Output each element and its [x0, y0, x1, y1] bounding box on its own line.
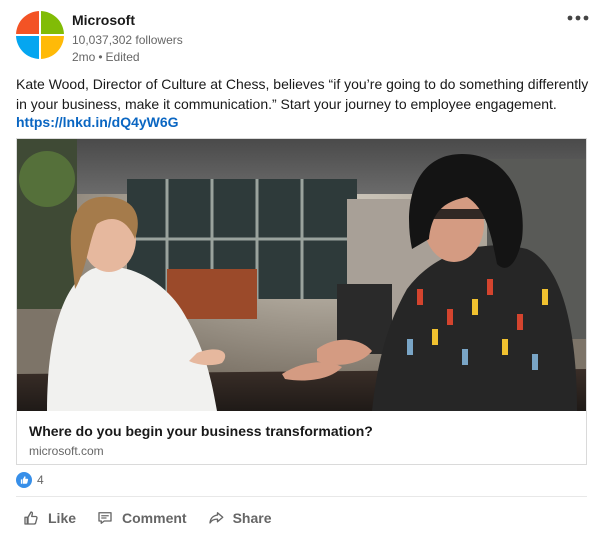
preview-source: microsoft.com [29, 444, 104, 458]
post-text: Kate Wood, Director of Culture at Chess,… [16, 76, 589, 112]
link-preview-card[interactable]: Where do you begin your business transfo… [16, 138, 587, 465]
ellipsis-icon [567, 15, 589, 21]
preview-image[interactable] [17, 139, 586, 411]
like-button[interactable]: Like [14, 502, 84, 534]
reaction-count[interactable]: 4 [37, 473, 44, 487]
like-label: Like [48, 510, 77, 526]
preview-title[interactable]: Where do you begin your business transfo… [29, 423, 373, 439]
microsoft-logo-icon [16, 11, 64, 59]
reaction-summary[interactable]: 4 [16, 472, 44, 488]
share-label: Share [232, 510, 272, 526]
like-icon [24, 511, 38, 525]
post-meta: 2mo • Edited [72, 50, 140, 64]
comment-icon [98, 512, 112, 524]
meta-separator: • [98, 50, 103, 64]
post-time: 2mo [72, 50, 96, 64]
post-link[interactable]: https://lnkd.in/dQ4yW6G [16, 114, 179, 130]
comment-label: Comment [122, 510, 187, 526]
company-name[interactable]: Microsoft [72, 12, 135, 28]
thumbs-up-icon [16, 472, 32, 488]
share-icon [208, 512, 224, 524]
divider [16, 496, 587, 497]
share-button[interactable]: Share [199, 502, 280, 534]
social-action-bar: Like Comment Share [14, 502, 280, 534]
edited-label: Edited [105, 50, 140, 64]
feed-post-card: Microsoft 10,037,302 followers 2mo • Edi… [0, 0, 605, 536]
office-conversation-photo [17, 139, 586, 411]
comment-button[interactable]: Comment [88, 502, 195, 534]
more-options-button[interactable] [565, 8, 591, 28]
follower-count: 10,037,302 followers [72, 33, 183, 47]
preview-caption[interactable]: Where do you begin your business transfo… [17, 411, 586, 464]
microsoft-logo[interactable] [16, 11, 64, 59]
